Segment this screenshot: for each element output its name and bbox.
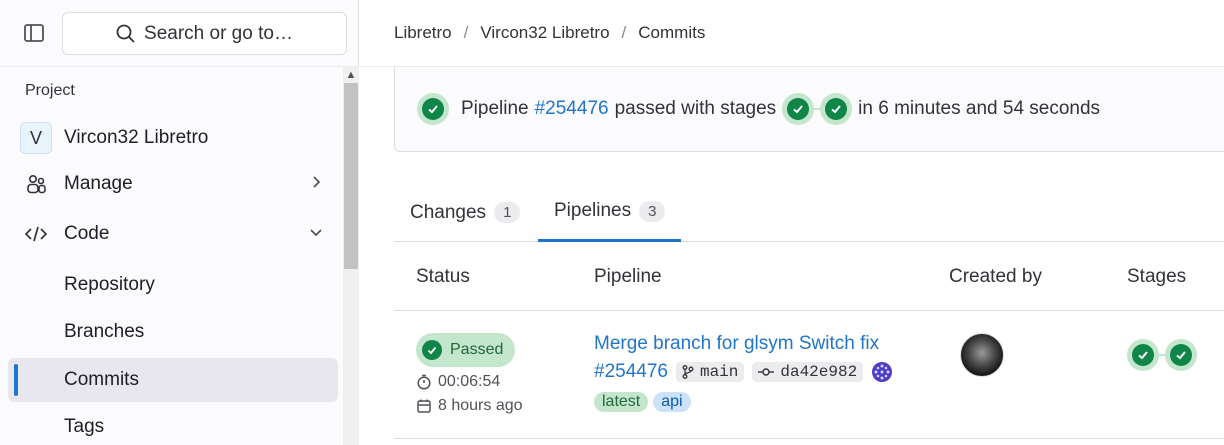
table-row: Passed 00:06:54 8 hours ago Merge branch… (394, 311, 1224, 439)
branch-name: main (699, 363, 739, 381)
commit-sha: da42e982 (780, 363, 858, 381)
scrollbar-thumb[interactable] (344, 83, 358, 269)
stage-success-icon[interactable] (782, 93, 815, 125)
timer-icon (417, 374, 431, 390)
creator-avatar[interactable] (960, 333, 1004, 377)
tab-pipelines[interactable]: Pipelines 3 (538, 183, 682, 242)
sidebar-item-commits[interactable]: Commits (8, 358, 338, 402)
duration-value: 00:06:54 (438, 373, 501, 390)
project-name: Vircon32 Libretro (64, 127, 209, 148)
sidebar-item-branches[interactable]: Branches (8, 310, 338, 354)
breadcrumb: Libretro / Vircon32 Libretro / Commits (394, 23, 705, 43)
commit-ref[interactable]: da42e982 (752, 362, 864, 382)
column-header-status: Status (416, 266, 470, 287)
calendar-icon (417, 399, 431, 413)
pipeline-summary: Pipeline #254476 passed with stages in 6… (394, 67, 1224, 152)
tab-changes[interactable]: Changes 1 (394, 183, 536, 242)
branch-ref[interactable]: main (675, 362, 745, 382)
stage-success-icon[interactable] (1127, 339, 1159, 371)
pipeline-status-icon[interactable] (417, 93, 449, 125)
sidebar-item-repository[interactable]: Repository (8, 263, 338, 307)
tab-count: 3 (639, 200, 666, 222)
sidebar-item-tags[interactable]: Tags (8, 405, 338, 445)
sidebar-item-label: Code (64, 223, 110, 244)
sidebar-header: Search or go to… (0, 0, 359, 67)
pipeline-duration: in 6 minutes and 54 seconds (858, 98, 1101, 119)
row-stage-icons (1127, 339, 1197, 371)
sidebar-toggle-button[interactable] (14, 16, 54, 50)
branch-icon (682, 365, 694, 379)
sidebar: Search or go to… ▲ Project V Vircon32 Li… (0, 0, 359, 445)
pipeline-id-link[interactable]: #254476 (535, 98, 609, 120)
column-header-pipeline: Pipeline (594, 266, 662, 287)
breadcrumb-item[interactable]: Libretro (394, 23, 452, 43)
chevron-right-icon (308, 174, 324, 196)
status-badge[interactable]: Passed (416, 333, 516, 367)
stage-icons (782, 93, 853, 125)
tab-bar: Changes 1 Pipelines 3 (394, 183, 1224, 242)
check-circle-icon (422, 340, 442, 360)
sidebar-section-label: Project (25, 82, 75, 99)
breadcrumb-separator: / (463, 23, 469, 42)
trigger-user-avatar-icon[interactable] (871, 361, 893, 383)
status-label: Passed (450, 341, 504, 358)
tab-label: Changes (410, 201, 487, 223)
label-api[interactable]: api (653, 392, 691, 412)
chevron-down-icon (308, 224, 324, 246)
column-header-created-by: Created by (949, 266, 1042, 287)
pipeline-title-link[interactable]: Merge branch for glsym Switch fix (594, 333, 879, 355)
stage-success-icon[interactable] (1165, 339, 1197, 371)
finished-time: 8 hours ago (416, 397, 523, 415)
search-icon (116, 24, 135, 43)
stage-success-icon[interactable] (820, 93, 853, 125)
pipeline-id-link[interactable]: #254476 (594, 361, 668, 383)
tab-count: 1 (494, 202, 521, 223)
tab-label: Pipelines (554, 200, 632, 221)
label-latest[interactable]: latest (594, 392, 649, 412)
sidebar-item-label: Manage (64, 173, 133, 194)
search-label: Search or go to… (144, 22, 293, 44)
project-link[interactable]: V Vircon32 Libretro (20, 121, 208, 155)
pipeline-refs: #254476 main da42e982 (594, 361, 893, 383)
search-button[interactable]: Search or go to… (62, 12, 347, 55)
breadcrumb-separator: / (621, 23, 627, 42)
scroll-up-icon[interactable]: ▲ (343, 67, 359, 83)
breadcrumb-item[interactable]: Vircon32 Libretro (480, 23, 609, 43)
table-header: Status Pipeline Created by Stages (394, 243, 1224, 311)
sidebar-item-code[interactable]: Code (8, 212, 338, 256)
pipeline-summary-prefix: Pipeline (461, 98, 529, 119)
sidebar-item-manage[interactable]: Manage (8, 162, 338, 206)
top-bar: Libretro / Vircon32 Libretro / Commits (360, 0, 1224, 67)
users-icon (8, 173, 64, 195)
finished-value: 8 hours ago (438, 397, 523, 414)
sidebar-toggle-icon (24, 24, 44, 42)
duration: 00:06:54 (416, 373, 500, 391)
code-icon (8, 224, 64, 244)
sidebar-scrollbar[interactable]: ▲ (343, 67, 359, 445)
main-content: Libretro / Vircon32 Libretro / Commits P… (360, 0, 1224, 445)
breadcrumb-item[interactable]: Commits (638, 23, 705, 43)
pipeline-labels: latest api (594, 392, 691, 412)
pipeline-summary-middle: passed with stages (614, 98, 777, 119)
project-avatar: V (20, 122, 52, 154)
commit-icon (758, 368, 775, 376)
column-header-stages: Stages (1127, 266, 1187, 287)
